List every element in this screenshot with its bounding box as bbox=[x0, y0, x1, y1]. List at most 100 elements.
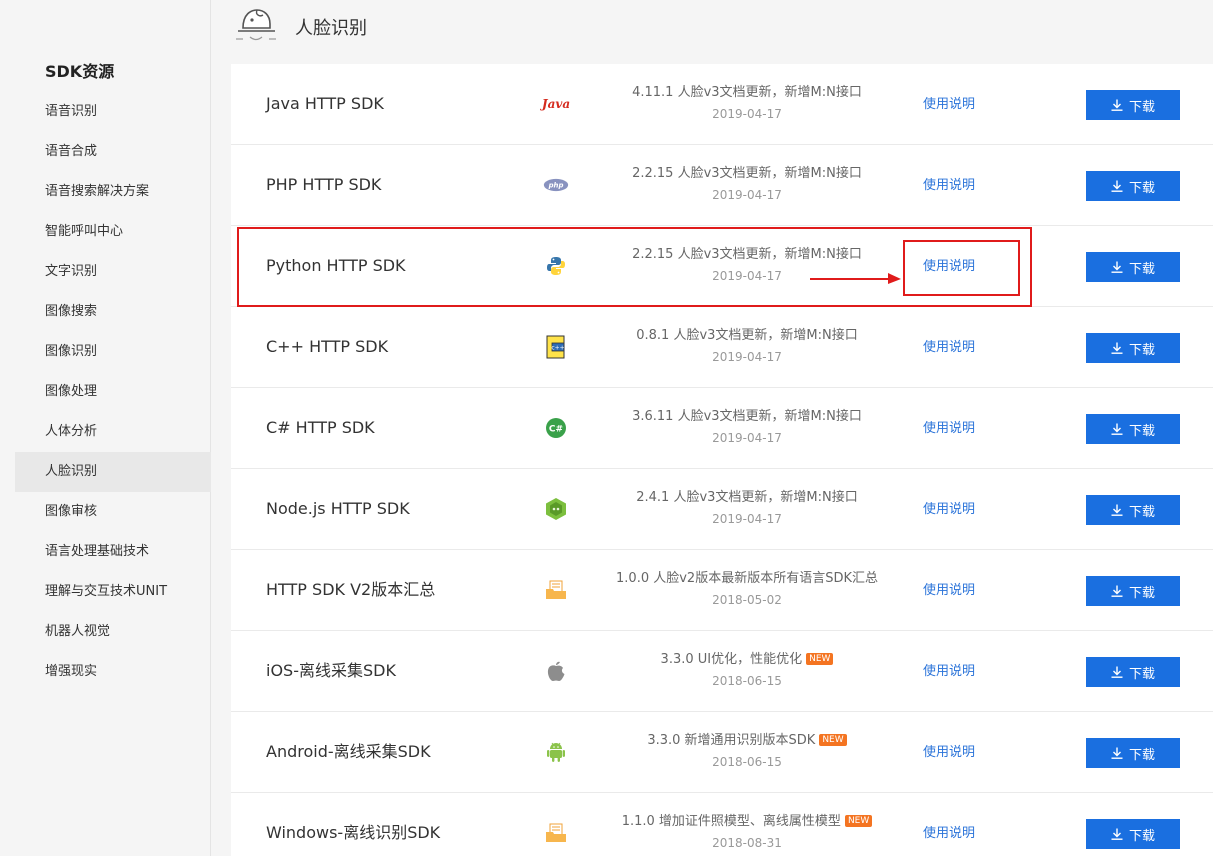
sidebar-item[interactable]: 理解与交互技术UNIT bbox=[15, 572, 211, 612]
version-text: 1.1.0 增加证件照模型、离线属性模型 bbox=[621, 814, 841, 829]
face-recognition-icon bbox=[236, 9, 276, 41]
download-button[interactable]: 下载 bbox=[1086, 819, 1180, 849]
sdk-version: 1.1.0 增加证件照模型、离线属性模型 NEW bbox=[588, 813, 906, 831]
version-text: 2.4.1 人脸v3文档更新，新增M:N接口 bbox=[636, 490, 858, 505]
version-text: 3.6.11 人脸v3文档更新，新增M:N接口 bbox=[632, 409, 862, 424]
download-label: 下载 bbox=[1128, 827, 1155, 843]
usage-link[interactable]: 使用说明 bbox=[923, 550, 975, 630]
download-icon bbox=[1111, 504, 1123, 516]
php-logo: php bbox=[543, 173, 569, 197]
download-icon bbox=[1111, 585, 1123, 597]
version-text: 4.11.1 人脸v3文档更新，新增M:N接口 bbox=[632, 85, 862, 100]
sidebar-item[interactable]: 语音识别 bbox=[15, 92, 211, 132]
annotation-arrow bbox=[810, 273, 901, 284]
sidebar: SDK资源 语音识别 语音合成 语音搜索解决方案 智能呼叫中心 文字识别 图像搜索 图像识别… bbox=[0, 0, 211, 856]
usage-link[interactable]: 使用说明 bbox=[923, 145, 975, 225]
cpp-logo: c++ bbox=[543, 335, 569, 359]
download-button[interactable]: 下载 bbox=[1086, 657, 1180, 687]
usage-link[interactable]: 使用说明 bbox=[923, 793, 975, 856]
sdk-row: iOS-离线采集SDK 3.3.0 UI优化，性能优化 NEW 2018-06-15 使… bbox=[231, 631, 1213, 712]
download-button[interactable]: 下载 bbox=[1086, 252, 1180, 282]
sdk-info: 2.2.15 人脸v3文档更新，新增M:N接口 2019-04-17 bbox=[588, 165, 906, 202]
sidebar-item[interactable]: 机器人视觉 bbox=[15, 612, 211, 652]
sidebar-item[interactable]: 文字识别 bbox=[15, 252, 211, 292]
download-button[interactable]: 下载 bbox=[1086, 738, 1180, 768]
sidebar-item[interactable]: 增强现实 bbox=[15, 652, 211, 692]
sdk-version: 1.0.0 人脸v2版本最新版本所有语言SDK汇总 bbox=[588, 570, 906, 588]
sdk-name: C++ HTTP SDK bbox=[266, 337, 389, 356]
download-icon bbox=[1111, 99, 1123, 111]
sdk-row: PHP HTTP SDK php 2.2.15 人脸v3文档更新，新增M:N接口 20… bbox=[231, 145, 1213, 226]
sdk-version: 3.3.0 UI优化，性能优化 NEW bbox=[588, 651, 906, 669]
sdk-row: Android-离线采集SDK 3.3.0 新增通用识别版本SDK NEW 2018-… bbox=[231, 712, 1213, 793]
sidebar-item[interactable]: 人体分析 bbox=[15, 412, 211, 452]
usage-link[interactable]: 使用说明 bbox=[923, 64, 975, 144]
download-label: 下载 bbox=[1128, 503, 1155, 519]
download-icon bbox=[1111, 747, 1123, 759]
sidebar-item[interactable]: 智能呼叫中心 bbox=[15, 212, 211, 252]
sdk-date: 2019-04-17 bbox=[712, 350, 782, 364]
sdk-version: 3.6.11 人脸v3文档更新，新增M:N接口 bbox=[588, 408, 906, 426]
sdk-info: 2.4.1 人脸v3文档更新，新增M:N接口 2019-04-17 bbox=[588, 489, 906, 526]
sdk-row: Java HTTP SDK Java 4.11.1 人脸v3文档更新，新增M:N接口… bbox=[231, 64, 1213, 145]
download-icon bbox=[1111, 180, 1123, 192]
download-icon bbox=[1111, 423, 1123, 435]
sdk-date: 2018-08-31 bbox=[712, 836, 782, 850]
sdk-name: Windows-离线识别SDK bbox=[266, 823, 441, 842]
download-label: 下载 bbox=[1128, 665, 1155, 681]
version-text: 0.8.1 人脸v3文档更新，新增M:N接口 bbox=[636, 328, 858, 343]
download-button[interactable]: 下载 bbox=[1086, 576, 1180, 606]
download-label: 下载 bbox=[1128, 260, 1155, 276]
sdk-date: 2019-04-17 bbox=[712, 512, 782, 526]
sidebar-item[interactable]: 语音搜索解决方案 bbox=[15, 172, 211, 212]
sdk-name: iOS-离线采集SDK bbox=[266, 661, 396, 680]
download-button[interactable]: 下载 bbox=[1086, 414, 1180, 444]
download-icon bbox=[1111, 828, 1123, 840]
download-icon bbox=[1111, 342, 1123, 354]
csharp-logo: C# bbox=[543, 416, 569, 440]
usage-link[interactable]: 使用说明 bbox=[923, 712, 975, 792]
nodejs-logo bbox=[543, 497, 569, 521]
sidebar-item[interactable]: 图像识别 bbox=[15, 332, 211, 372]
sidebar-item[interactable]: 人脸识别 bbox=[15, 452, 211, 492]
version-text: 1.0.0 人脸v2版本最新版本所有语言SDK汇总 bbox=[616, 571, 878, 586]
download-button[interactable]: 下载 bbox=[1086, 495, 1180, 525]
sidebar-item[interactable]: 图像搜索 bbox=[15, 292, 211, 332]
download-button[interactable]: 下载 bbox=[1086, 171, 1180, 201]
sdk-date: 2019-04-17 bbox=[712, 107, 782, 121]
sdk-version: 2.2.15 人脸v3文档更新，新增M:N接口 bbox=[588, 165, 906, 183]
download-button[interactable]: 下载 bbox=[1086, 333, 1180, 363]
sidebar-item[interactable]: 图像处理 bbox=[15, 372, 211, 412]
sidebar-item[interactable]: 语音合成 bbox=[15, 132, 211, 172]
highlight-link-box bbox=[903, 240, 1020, 296]
sdk-info: 3.3.0 新增通用识别版本SDK NEW 2018-06-15 bbox=[588, 732, 906, 769]
folder-logo bbox=[543, 821, 569, 845]
sdk-row: C# HTTP SDK C# 3.6.11 人脸v3文档更新，新增M:N接口 2019… bbox=[231, 388, 1213, 469]
sdk-info: 3.3.0 UI优化，性能优化 NEW 2018-06-15 bbox=[588, 651, 906, 688]
sdk-info: 3.6.11 人脸v3文档更新，新增M:N接口 2019-04-17 bbox=[588, 408, 906, 445]
version-text: 3.3.0 新增通用识别版本SDK bbox=[647, 733, 816, 748]
sdk-name: C# HTTP SDK bbox=[266, 418, 375, 437]
sidebar-item[interactable]: 图像审核 bbox=[15, 492, 211, 532]
sdk-name: Node.js HTTP SDK bbox=[266, 499, 410, 518]
download-label: 下载 bbox=[1128, 179, 1155, 195]
page-title: 人脸识别 bbox=[295, 18, 367, 39]
android-logo bbox=[543, 740, 569, 764]
sidebar-list: 语音识别 语音合成 语音搜索解决方案 智能呼叫中心 文字识别 图像搜索 图像识别 图像处理 人体… bbox=[15, 92, 211, 692]
sdk-date: 2018-06-15 bbox=[712, 674, 782, 688]
usage-link[interactable]: 使用说明 bbox=[923, 388, 975, 468]
usage-link[interactable]: 使用说明 bbox=[923, 469, 975, 549]
download-label: 下载 bbox=[1128, 584, 1155, 600]
sdk-name: HTTP SDK V2版本汇总 bbox=[266, 580, 436, 599]
usage-link[interactable]: 使用说明 bbox=[923, 307, 975, 387]
sdk-row: Windows-离线识别SDK 1.1.0 增加证件照模型、离线属性模型 NEW 20… bbox=[231, 793, 1213, 856]
sdk-date: 2018-05-02 bbox=[712, 593, 782, 607]
usage-link[interactable]: 使用说明 bbox=[923, 631, 975, 711]
download-button[interactable]: 下载 bbox=[1086, 90, 1180, 120]
sidebar-item[interactable]: 语言处理基础技术 bbox=[15, 532, 211, 572]
sdk-name: Java HTTP SDK bbox=[266, 94, 384, 113]
java-logo: Java bbox=[541, 97, 571, 111]
sdk-name: Android-离线采集SDK bbox=[266, 742, 431, 761]
sdk-info: 1.1.0 增加证件照模型、离线属性模型 NEW 2018-08-31 bbox=[588, 813, 906, 850]
new-badge: NEW bbox=[844, 815, 873, 827]
